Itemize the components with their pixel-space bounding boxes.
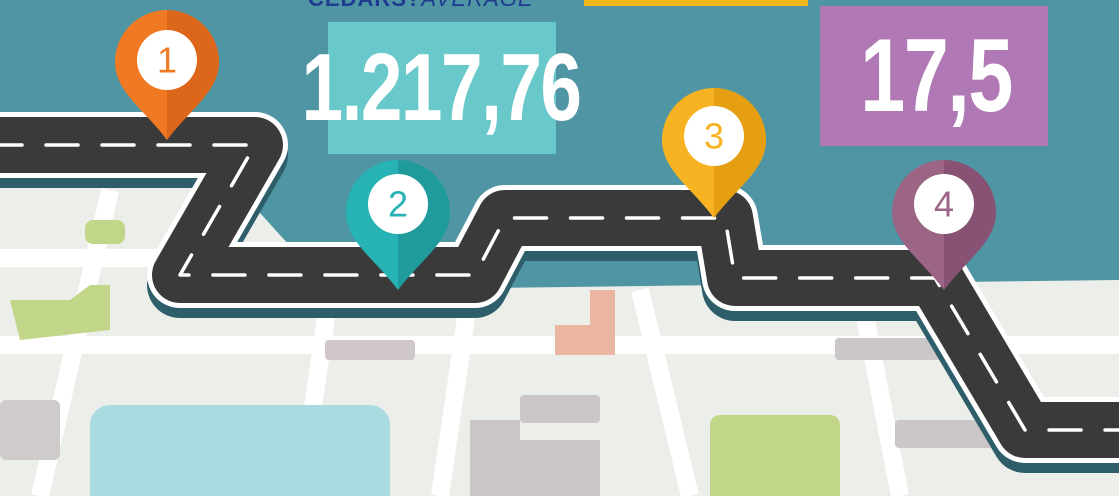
route-infographic: 1 2 3 4 CEDARS?AVERAGE 1.217,76 17,5 xyxy=(0,0,1119,496)
header-label-light: AVERAGE xyxy=(421,0,533,11)
pin-number: 1 xyxy=(157,40,177,81)
map-block-grey xyxy=(325,340,415,360)
map-block-pool xyxy=(90,405,390,496)
stat-value-2: 17,5 xyxy=(860,17,1013,134)
header-label: CEDARS?AVERAGE xyxy=(308,0,534,12)
map-block-green xyxy=(710,415,840,496)
header-label-bold: CEDARS? xyxy=(308,0,421,11)
map-block-grey xyxy=(0,400,60,460)
pin-number: 2 xyxy=(388,184,408,225)
pin-number: 3 xyxy=(704,116,724,157)
pin-number: 4 xyxy=(934,184,954,225)
stat-value-1: 1.217,76 xyxy=(301,34,583,141)
map-block-grey xyxy=(520,395,600,423)
map-block-green xyxy=(85,220,125,244)
top-bar xyxy=(584,0,808,6)
